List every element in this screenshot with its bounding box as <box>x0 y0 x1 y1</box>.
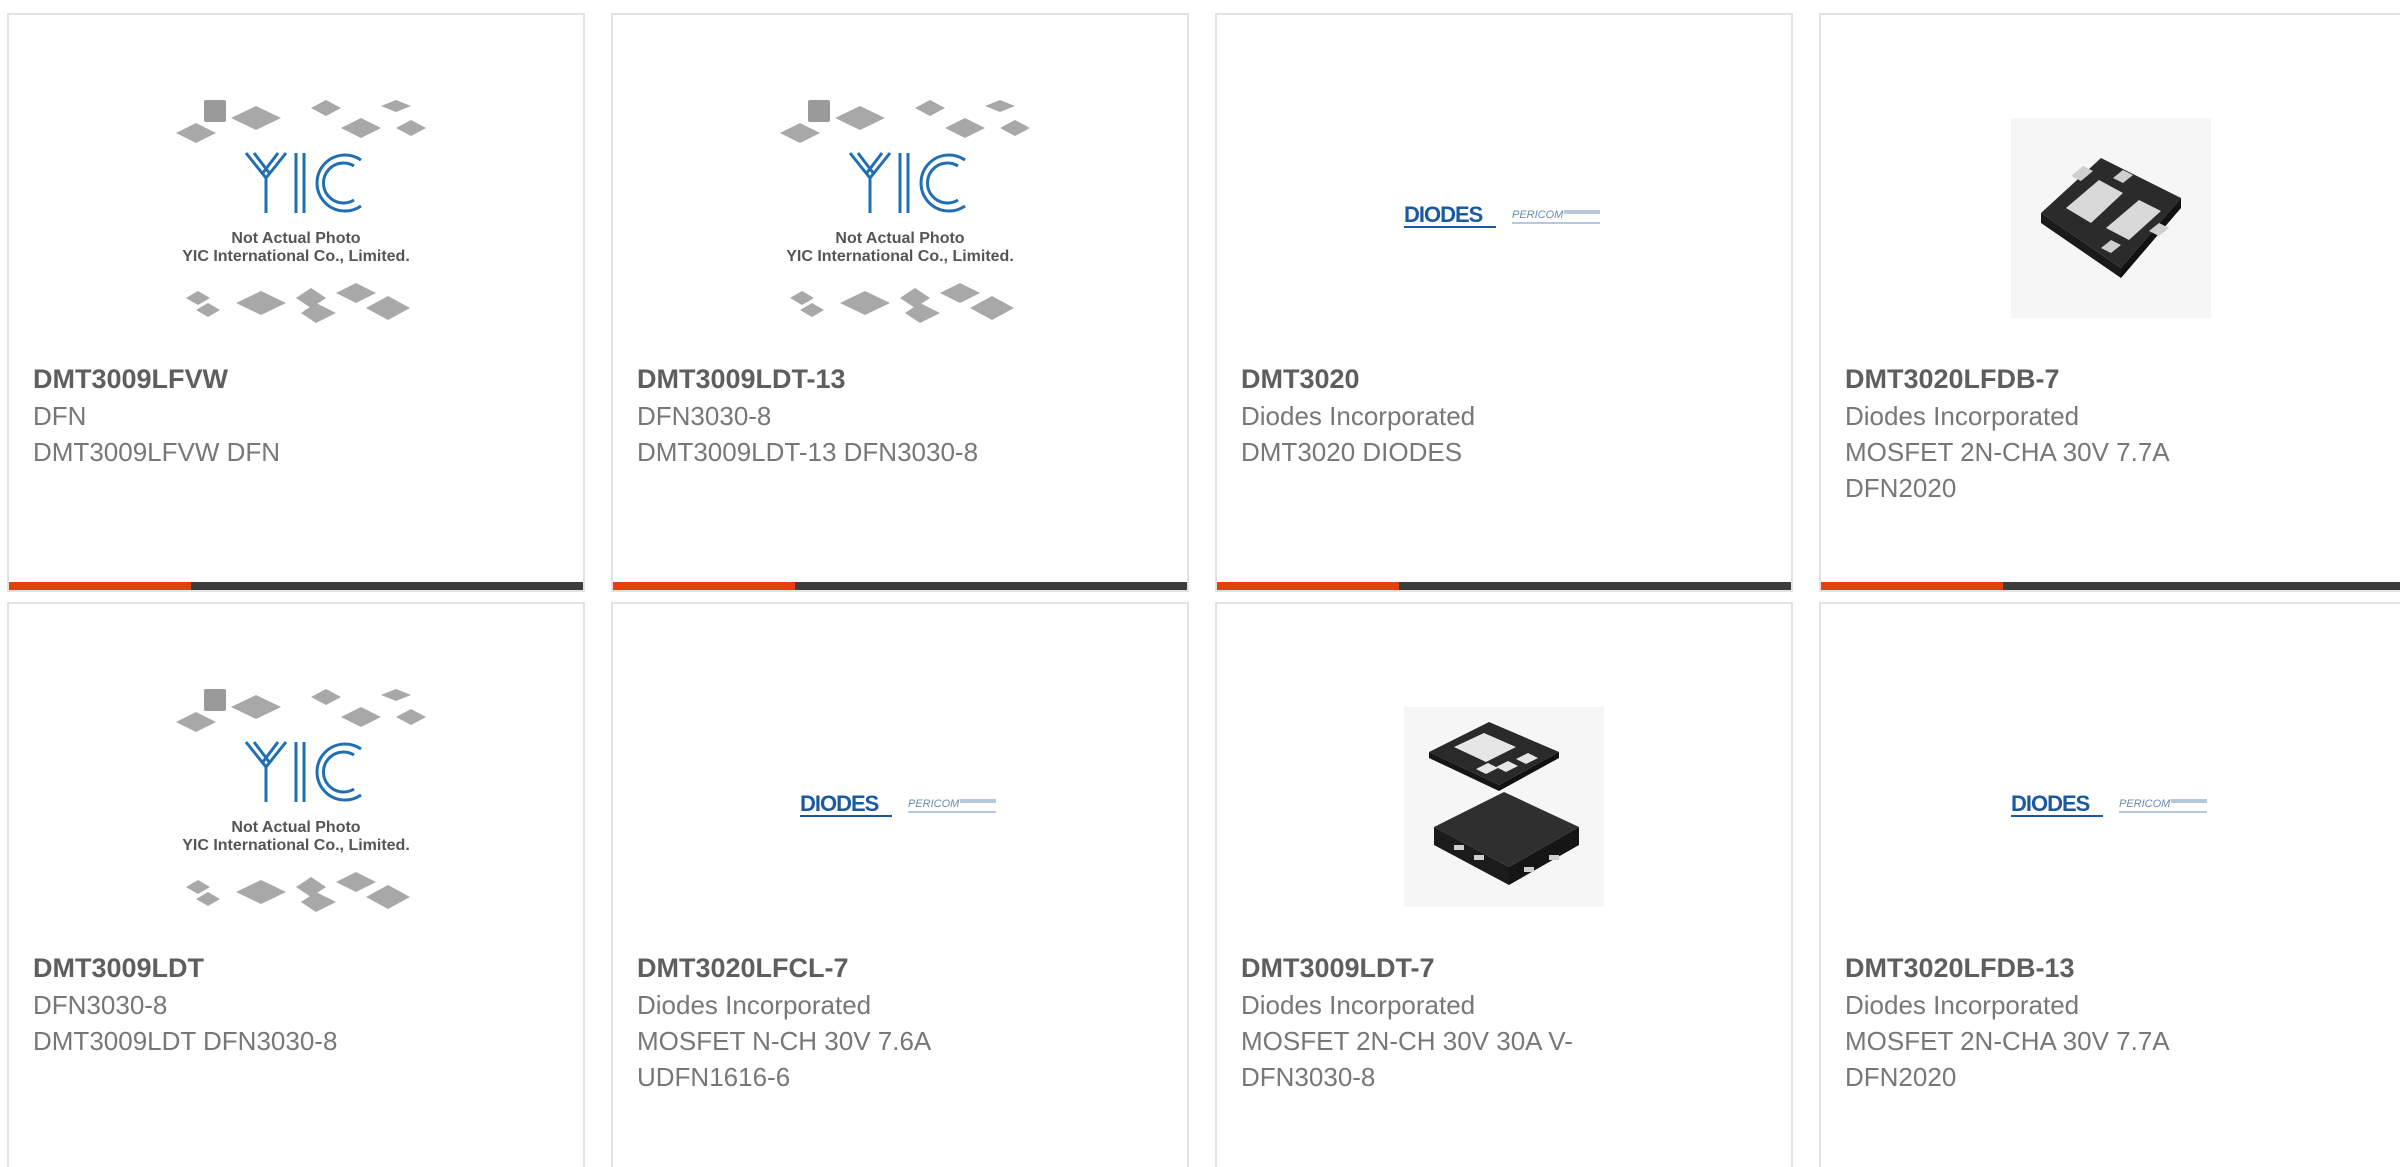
product-image[interactable] <box>1217 664 1791 949</box>
diodes-logo-text: DIODES <box>1404 202 1483 227</box>
card-bottom-bar <box>613 582 1187 590</box>
pericom-logo-text: PERICOM <box>2119 798 2171 810</box>
product-line-2: DMT3009LDT-13 DFN3030-8 <box>637 437 979 467</box>
product-card[interactable]: Not Actual Photo YIC International Co., … <box>611 13 1189 592</box>
product-card[interactable]: DMT3009LDT-7 Diodes Incorporated MOSFET … <box>1215 602 1793 1167</box>
product-info: DMT3009LFVW DFN DMT3009LFVW DFN <box>33 360 559 470</box>
card-bottom-bar <box>1821 582 2400 590</box>
product-description: MOSFET 2N-CHA 30V 7.7A <box>1845 1026 2170 1056</box>
product-image[interactable]: DIODES PERICOM <box>1217 75 1791 360</box>
card-accent-bar <box>9 582 191 590</box>
product-grid: Not Actual Photo YIC International Co., … <box>0 0 2400 1167</box>
yic-placeholder-image: Not Actual Photo YIC International Co., … <box>780 99 1030 323</box>
product-description: MOSFET 2N-CHA 30V 7.7A <box>1845 437 2170 467</box>
product-info: DMT3020LFDB-7 Diodes Incorporated MOSFET… <box>1845 360 2376 506</box>
part-number[interactable]: DMT3009LDT <box>33 949 559 987</box>
part-number[interactable]: DMT3020LFDB-13 <box>1845 949 2376 987</box>
product-line-2: DMT3009LDT DFN3030-8 <box>33 1026 338 1056</box>
yic-placeholder-image: Not Actual Photo YIC International Co., … <box>176 99 426 323</box>
yic-caption-2: YIC International Co., Limited. <box>786 248 1014 265</box>
product-image[interactable]: DIODES PERICOM <box>613 664 1187 949</box>
pericom-logo-text: PERICOM <box>908 798 960 810</box>
card-bottom-bar <box>9 582 583 590</box>
part-number[interactable]: DMT3009LDT-13 <box>637 360 1163 398</box>
product-line-2: DMT3009LFVW DFN <box>33 437 281 467</box>
card-accent-bar <box>613 582 795 590</box>
product-description: MOSFET 2N-CH 30V 30A V- <box>1241 1026 1573 1056</box>
product-info: DMT3009LDT-7 Diodes Incorporated MOSFET … <box>1241 949 1767 1095</box>
product-line-1: DFN3030-8 <box>637 401 772 431</box>
product-info: DMT3020LFCL-7 Diodes Incorporated MOSFET… <box>637 949 1163 1095</box>
diodes-pericom-logo: DIODES PERICOM <box>2010 791 2207 817</box>
yic-caption-1: Not Actual Photo <box>231 819 360 836</box>
product-info: DMT3009LDT DFN3030-8 DMT3009LDT DFN3030-… <box>33 949 559 1059</box>
manufacturer: Diodes Incorporated <box>1845 401 2080 431</box>
yic-caption-2: YIC International Co., Limited. <box>182 248 410 265</box>
product-info: DMT3020 Diodes Incorporated DMT3020 DIOD… <box>1241 360 1767 470</box>
product-card[interactable]: Not Actual Photo YIC International Co., … <box>7 13 585 592</box>
product-line-1: DFN3030-8 <box>33 990 168 1020</box>
product-info: DMT3009LDT-13 DFN3030-8 DMT3009LDT-13 DF… <box>637 360 1163 470</box>
product-info: DMT3020LFDB-13 Diodes Incorporated MOSFE… <box>1845 949 2376 1095</box>
product-card[interactable]: Not Actual Photo YIC International Co., … <box>7 602 585 1167</box>
part-number[interactable]: DMT3009LFVW <box>33 360 559 398</box>
product-package: UDFN1616-6 <box>637 1062 791 1092</box>
product-image[interactable]: DIODES PERICOM <box>1821 664 2400 949</box>
yic-caption-1: Not Actual Photo <box>231 230 360 247</box>
product-image[interactable] <box>1821 75 2400 360</box>
product-image[interactable]: Not Actual Photo YIC International Co., … <box>9 75 583 360</box>
product-image[interactable]: Not Actual Photo YIC International Co., … <box>9 664 583 949</box>
part-number[interactable]: DMT3020LFDB-7 <box>1845 360 2376 398</box>
product-package: DFN2020 <box>1845 473 1957 503</box>
product-card[interactable]: DIODES PERICOM DMT3020LFDB-13 Diodes Inc… <box>1819 602 2400 1167</box>
product-image[interactable]: Not Actual Photo YIC International Co., … <box>613 75 1187 360</box>
manufacturer: Diodes Incorporated <box>1845 990 2080 1020</box>
card-accent-bar <box>1821 582 2003 590</box>
product-package: DFN3030-8 <box>1241 1062 1376 1092</box>
manufacturer: Diodes Incorporated <box>1241 401 1476 431</box>
part-number[interactable]: DMT3020 <box>1241 360 1767 398</box>
yic-caption-2: YIC International Co., Limited. <box>182 837 410 854</box>
manufacturer: Diodes Incorporated <box>637 990 872 1020</box>
dfn-chip-photo <box>2010 117 2211 318</box>
diodes-logo-text: DIODES <box>800 791 879 816</box>
yic-placeholder-image: Not Actual Photo YIC International Co., … <box>176 688 426 912</box>
diodes-logo-text: DIODES <box>2011 791 2090 816</box>
product-line-1: DFN <box>33 401 87 431</box>
card-bottom-bar <box>1217 582 1791 590</box>
diodes-pericom-logo: DIODES PERICOM <box>1404 202 1600 228</box>
part-number[interactable]: DMT3009LDT-7 <box>1241 949 1767 987</box>
product-card[interactable]: DMT3020LFDB-7 Diodes Incorporated MOSFET… <box>1819 13 2400 592</box>
part-number[interactable]: DMT3020LFCL-7 <box>637 949 1163 987</box>
product-package: DFN2020 <box>1845 1062 1957 1092</box>
product-description: DMT3020 DIODES <box>1241 437 1463 467</box>
product-description: MOSFET N-CH 30V 7.6A <box>637 1026 932 1056</box>
manufacturer: Diodes Incorporated <box>1241 990 1476 1020</box>
diodes-pericom-logo: DIODES PERICOM <box>800 791 996 817</box>
vdfn-chip-photo <box>1404 706 1604 907</box>
yic-caption-1: Not Actual Photo <box>835 230 964 247</box>
product-card[interactable]: DIODES PERICOM DMT3020LFCL-7 Diodes Inco… <box>611 602 1189 1167</box>
product-card[interactable]: DIODES PERICOM DMT3020 Diodes Incorporat… <box>1215 13 1793 592</box>
card-accent-bar <box>1217 582 1399 590</box>
pericom-logo-text: PERICOM <box>1512 209 1564 221</box>
